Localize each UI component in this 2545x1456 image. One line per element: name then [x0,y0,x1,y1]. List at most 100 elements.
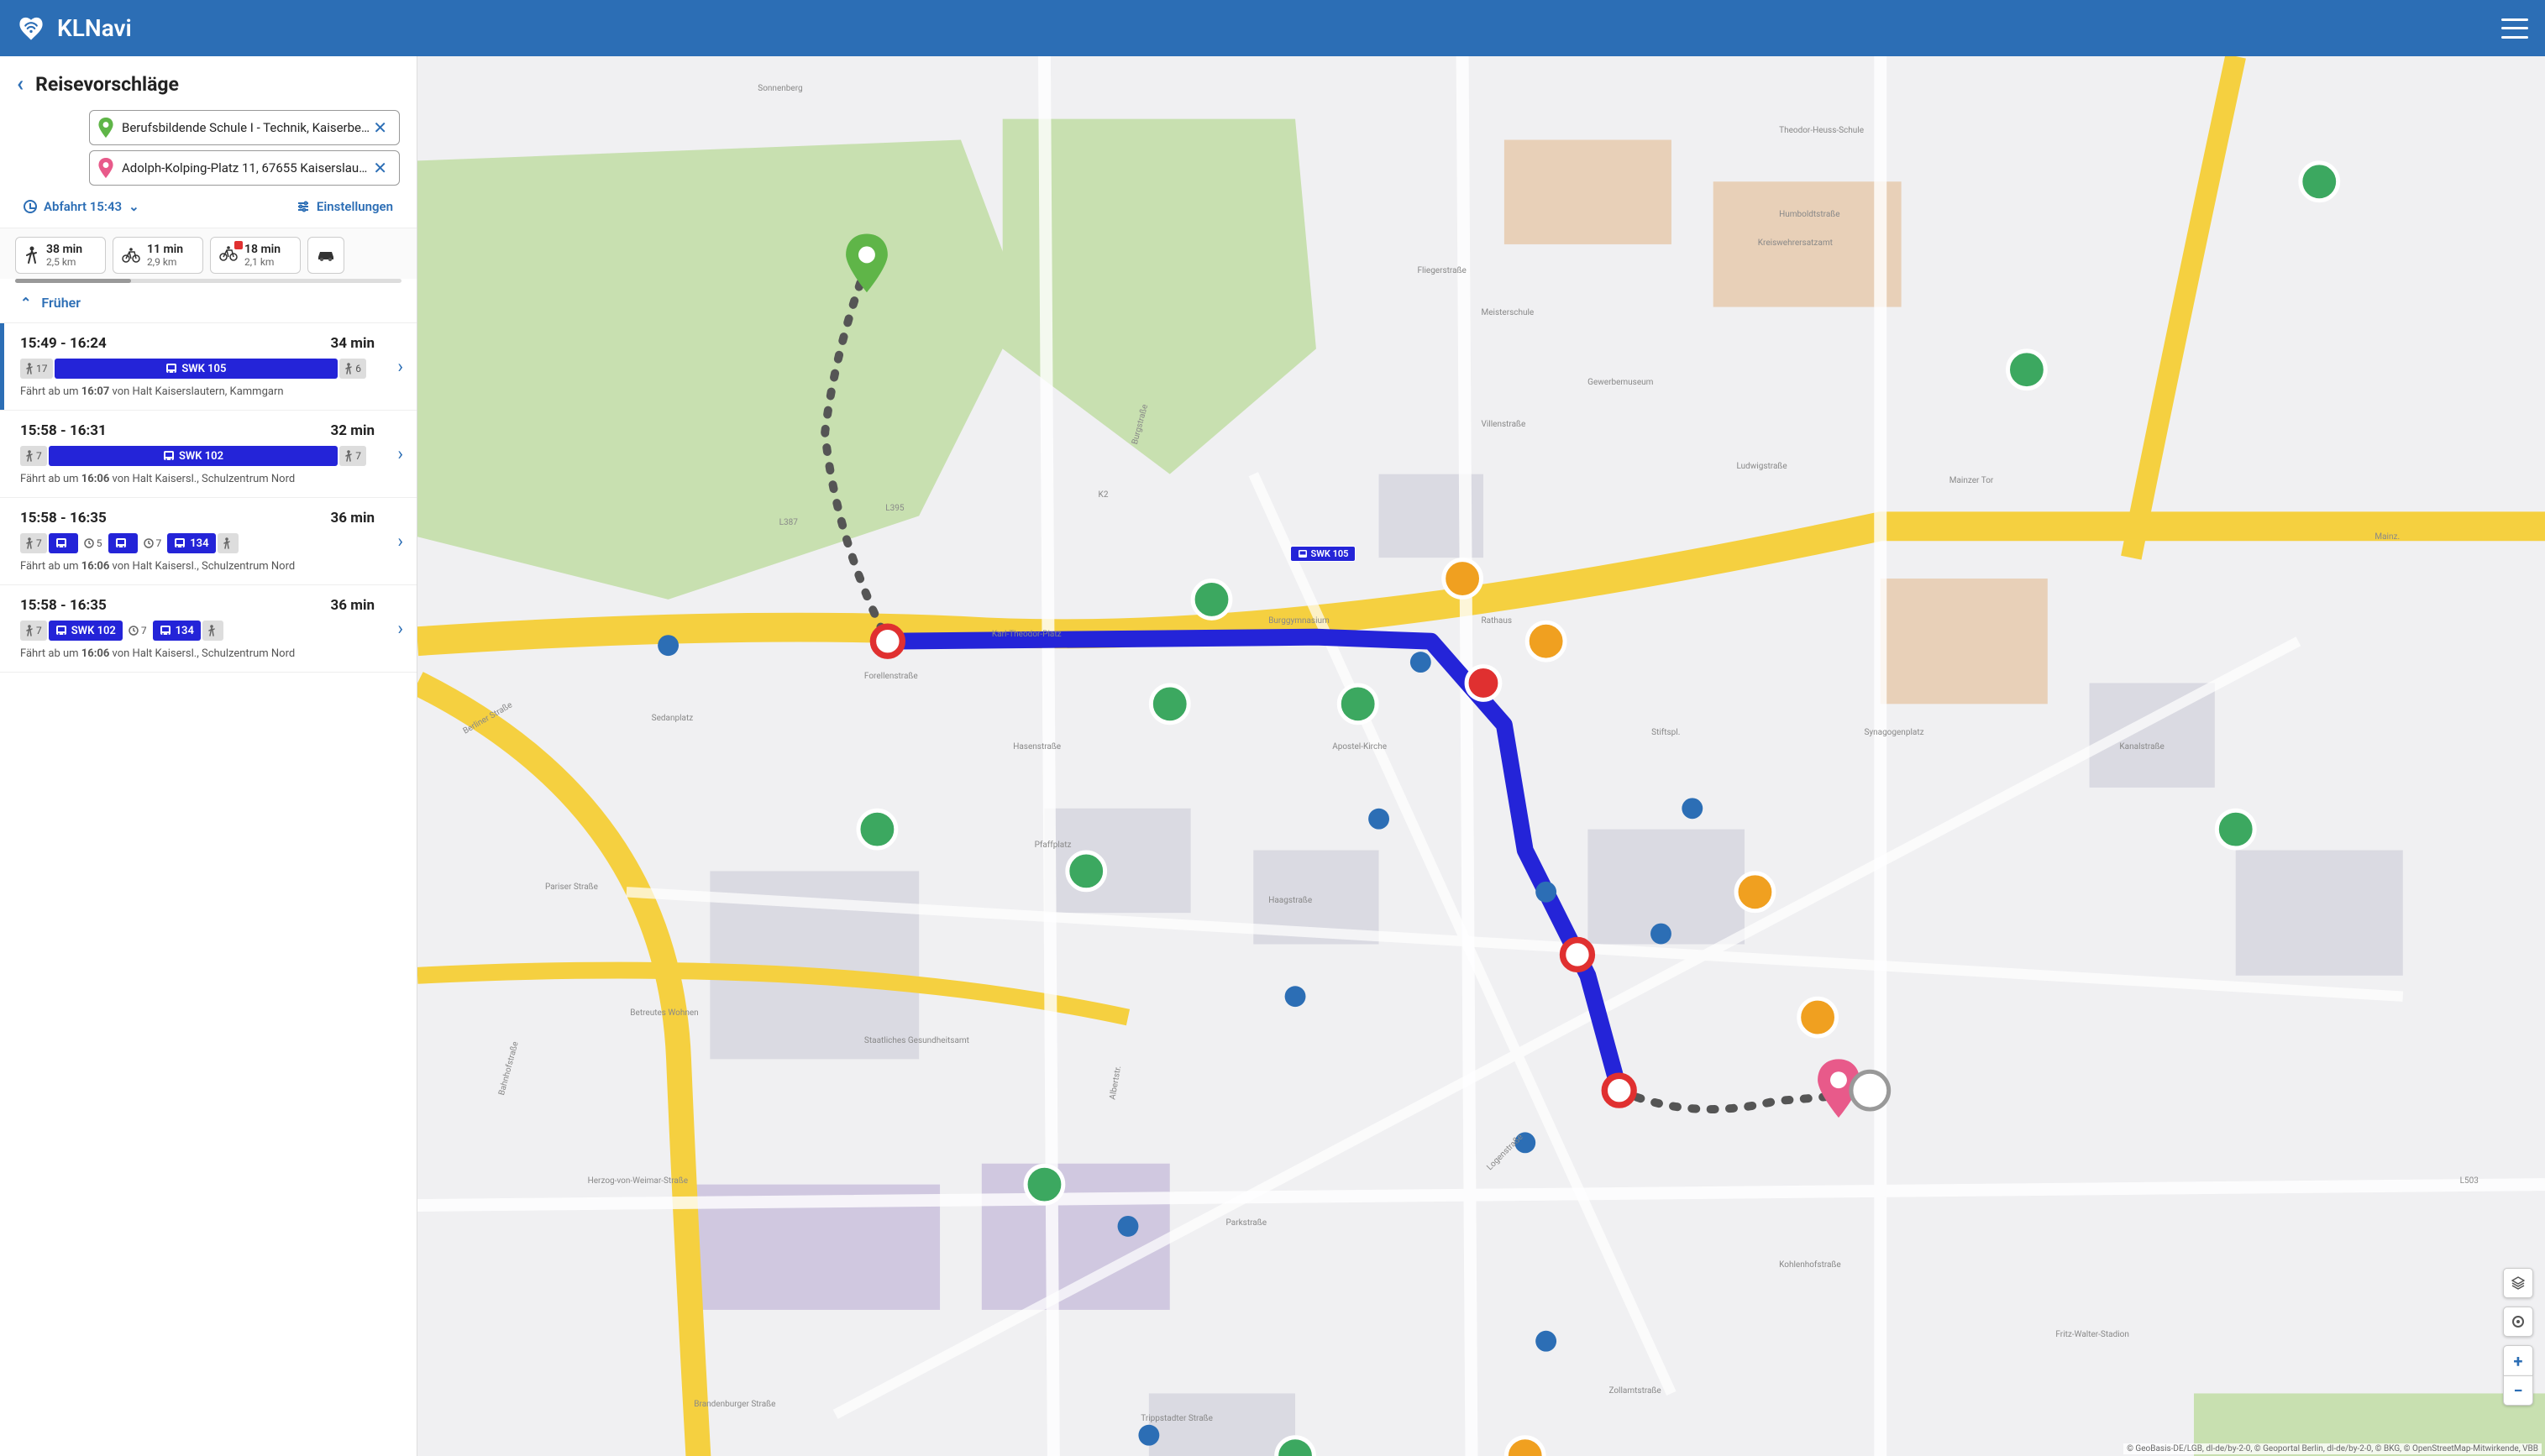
zoom-in-button[interactable]: + [2503,1345,2533,1375]
expand-chevron-icon[interactable]: › [397,443,403,464]
segment-walk: 7 [20,621,47,641]
map-label: Fritz-Walter-Stadion [2055,1330,2128,1339]
clock-icon [24,200,37,213]
origin-text: Berufsbildende Schule I - Technik, Kaise… [122,120,370,135]
earlier-button[interactable]: ⌃ Früher [0,283,417,323]
bike-icon [122,248,140,263]
back-button[interactable]: ‹ [17,71,24,97]
expand-chevron-icon[interactable]: › [397,618,403,639]
locate-icon [2511,1314,2526,1329]
mode-ebike[interactable]: 18 min 2,1 km [210,237,301,274]
segment-bus [49,533,78,553]
map-label: Theodor-Heuss-Schule [1779,126,1864,135]
map-label: L395 [885,504,904,513]
map-canvas [417,56,2545,1456]
map-label: Pfaffplatz [1035,841,1072,850]
map-label: Kohlenhofstraße [1779,1260,1841,1270]
expand-chevron-icon[interactable]: › [397,356,403,377]
result-detail: Fährt ab um 16:07 von Halt Kaiserslauter… [20,385,400,398]
destination-text: Adolph-Kolping-Platz 11, 67655 Kaisersla… [122,160,370,175]
segments-bar: 17SWK 1056 [20,359,400,379]
mode-ebike-duration: 18 min [244,243,281,256]
map-label: Sonnenberg [758,84,802,93]
segment-walk [218,533,239,553]
header: KLNavi [0,0,2545,56]
segment-walk: 7 [20,533,47,553]
clear-destination-button[interactable]: ✕ [370,158,391,178]
heart-wifi-icon [17,14,45,43]
origin-pin-icon [98,118,113,138]
segment-wait: 7 [139,533,166,553]
results-list: 15:49 - 16:24 34 min 17SWK 1056 Fährt ab… [0,323,417,1456]
result-detail: Fährt ab um 16:06 von Halt Kaisersl., Sc… [20,560,400,573]
expand-chevron-icon[interactable]: › [397,531,403,552]
map-label: L387 [779,518,798,527]
destination-input[interactable]: Adolph-Kolping-Platz 11, 67655 Kaisersla… [89,150,400,186]
app-name: KLNavi [57,14,132,42]
mode-tabs: 38 min 2,5 km 11 min 2,9 km 18 min 2, [0,228,417,279]
map-label: Humboldtstraße [1779,210,1839,219]
map-label: Mainz. [2374,532,2400,542]
segment-bus: SWK 102 [49,446,338,466]
segment-bus: 134 [153,621,201,641]
result-detail: Fährt ab um 16:06 von Halt Kaisersl., Sc… [20,647,400,660]
map[interactable]: SWK 105 Sonnenberg Theodor-Heuss-Schule … [417,56,2545,1456]
mode-walk-duration: 38 min [46,243,82,256]
locate-button[interactable] [2503,1307,2533,1337]
settings-button[interactable]: Einstellungen [296,199,393,214]
result-item[interactable]: 15:58 - 16:31 32 min 7SWK 1027 Fährt ab … [0,411,417,498]
map-label: Karl-Theodor-Platz [992,630,1062,639]
segment-bus: SWK 102 [49,621,123,641]
mode-bike[interactable]: 11 min 2,9 km [113,237,203,274]
route-badge[interactable]: SWK 105 [1290,546,1356,562]
map-label: Staatliches Gesundheitsamt [864,1036,969,1045]
zoom-out-button[interactable]: − [2503,1375,2533,1406]
mode-car[interactable] [307,237,344,274]
menu-button[interactable] [2501,18,2528,39]
mode-walk[interactable]: 38 min 2,5 km [15,237,106,274]
time-range: 15:49 - 16:24 [20,335,107,352]
chevron-down-icon: ⌄ [129,199,139,214]
mode-ebike-distance: 2,1 km [244,256,281,268]
map-label: L503 [2460,1176,2479,1186]
duration: 32 min [331,422,375,439]
car-icon [317,249,335,261]
segment-bus [108,533,138,553]
map-label: Brandenburger Straße [694,1400,775,1409]
segments-bar: 7SWK 1027134 [20,621,400,641]
map-attribution: © GeoBasis-DE/LGB, dl-de/by-2-0, © Geopo… [2123,1443,2542,1454]
map-label: Mainzer Tor [1949,476,1994,485]
clear-origin-button[interactable]: ✕ [370,118,391,138]
walk-icon [24,246,39,264]
result-item[interactable]: 15:58 - 16:35 36 min 7SWK 1027134 Fährt … [0,585,417,673]
map-label: Kanalstraße [2119,742,2164,752]
settings-label: Einstellungen [317,199,393,214]
origin-input[interactable]: Berufsbildende Schule I - Technik, Kaise… [89,110,400,145]
departure-time-button[interactable]: Abfahrt 15:43 ⌄ [24,199,139,214]
map-label: Hasenstraße [1013,742,1061,752]
map-label: Synagogenplatz [1864,728,1923,737]
map-label: Zollamtstraße [1608,1386,1661,1396]
map-label: Haagstraße [1268,896,1312,905]
segment-walk: 7 [20,446,47,466]
result-item[interactable]: 15:49 - 16:24 34 min 17SWK 1056 Fährt ab… [0,323,417,411]
page-title: Reisevorschläge [35,73,179,96]
segment-walk [202,621,223,641]
route-inputs: Berufsbildende Schule I - Technik, Kaise… [17,110,400,186]
duration: 36 min [331,510,375,526]
map-label: Fliegerstraße [1418,266,1467,275]
segment-wait: 5 [80,533,107,553]
map-label: Kreiswehrersatzamt [1758,238,1833,248]
map-label: Herzog-von-Weimar-Straße [588,1176,688,1186]
header-brand[interactable]: KLNavi [17,14,132,43]
segments-bar: 7SWK 1027 [20,446,400,466]
layers-button[interactable] [2503,1268,2533,1298]
segment-bus: SWK 105 [55,359,338,379]
map-label: Betreutes Wohnen [630,1008,698,1018]
map-label: Meisterschule [1482,308,1535,317]
map-label: K2 [1099,490,1109,500]
sliders-icon [296,200,310,213]
map-label: Trippstadter Straße [1141,1414,1213,1423]
map-label: Parkstraße [1226,1218,1267,1228]
result-item[interactable]: 15:58 - 16:35 36 min 757134 Fährt ab um … [0,498,417,585]
